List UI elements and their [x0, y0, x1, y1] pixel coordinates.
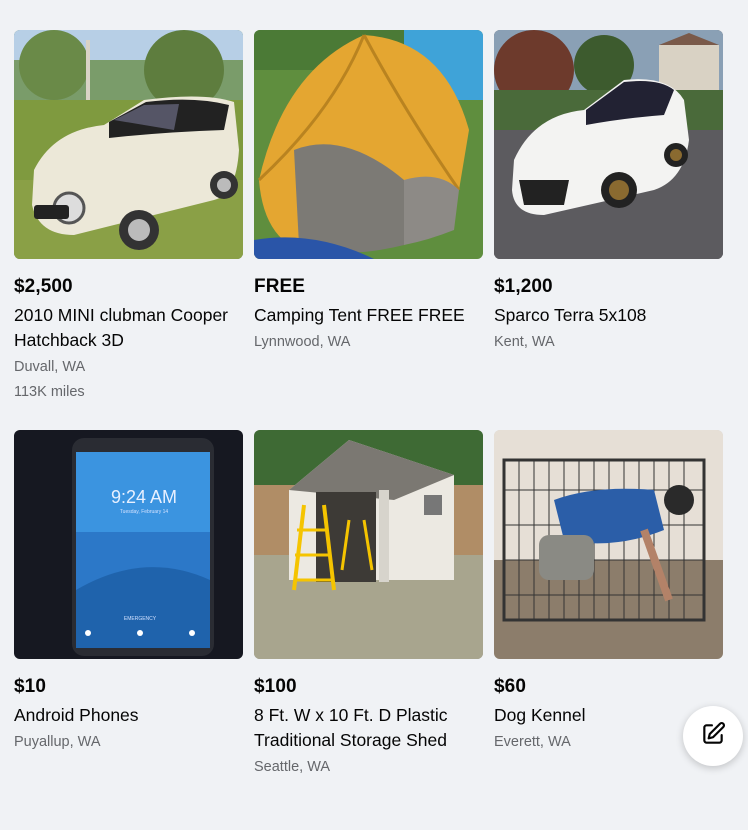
listing-location: Lynnwood, WA — [254, 334, 351, 350]
listing-location: Duvall, WA — [14, 359, 86, 375]
listing-price: $10 — [14, 676, 47, 697]
listing-photo-tent[interactable] — [254, 30, 483, 259]
listing-title: 8 Ft. W x 10 Ft. D Plastic Traditional S… — [254, 705, 448, 750]
listing-price: $60 — [494, 676, 527, 697]
listing-card[interactable]: $60 Dog Kennel Everett, WA — [494, 430, 723, 830]
listing-photo-kennel[interactable] — [494, 430, 723, 659]
listing-price: $100 — [254, 676, 297, 697]
listing-title: Android Phones — [14, 705, 139, 725]
white-hatchback-photo — [494, 30, 723, 259]
tent-photo — [254, 30, 483, 259]
listing-photo-hatchback[interactable] — [494, 30, 723, 259]
listings-grid: $2,500 2010 MINI clubman Cooper Hatchbac… — [14, 30, 723, 830]
listing-title: Camping Tent FREE FREE — [254, 305, 465, 325]
phone-lock-date: Tuesday, February 14 — [120, 509, 169, 515]
listing-title: Sparco Terra 5x108 — [494, 305, 647, 325]
phone-lock-time: 9:24 AM — [111, 487, 177, 507]
listing-card[interactable]: 9:24 AM Tuesday, February 14 EMERGENCY $… — [14, 430, 243, 830]
compose-icon — [700, 721, 726, 752]
shed-photo — [254, 430, 483, 659]
listing-card[interactable]: FREE Camping Tent FREE FREE Lynnwood, WA — [254, 30, 483, 430]
phone-photo: 9:24 AM Tuesday, February 14 EMERGENCY — [14, 430, 243, 659]
listing-card[interactable]: $100 8 Ft. W x 10 Ft. D Plastic Traditio… — [254, 430, 483, 830]
listing-mileage: 113K miles — [14, 384, 85, 400]
listing-price: $1,200 — [494, 276, 553, 297]
listing-location: Kent, WA — [494, 334, 555, 350]
listing-card[interactable]: $1,200 Sparco Terra 5x108 Kent, WA — [494, 30, 723, 430]
listing-photo-mini[interactable] — [14, 30, 243, 259]
listing-price: $2,500 — [14, 276, 73, 297]
listing-photo-shed[interactable] — [254, 430, 483, 659]
listing-location: Seattle, WA — [254, 759, 331, 775]
listing-title: 2010 MINI clubman Cooper Hatchback 3D — [14, 305, 228, 350]
listing-card[interactable]: $2,500 2010 MINI clubman Cooper Hatchbac… — [14, 30, 243, 430]
compose-button[interactable] — [683, 706, 743, 766]
kennel-photo — [494, 430, 723, 659]
listing-photo-phone[interactable]: 9:24 AM Tuesday, February 14 EMERGENCY — [14, 430, 243, 659]
listing-price: FREE — [254, 276, 306, 297]
mini-car-photo — [14, 30, 243, 259]
phone-emergency-label: EMERGENCY — [124, 616, 157, 622]
listing-location: Puyallup, WA — [14, 734, 101, 750]
